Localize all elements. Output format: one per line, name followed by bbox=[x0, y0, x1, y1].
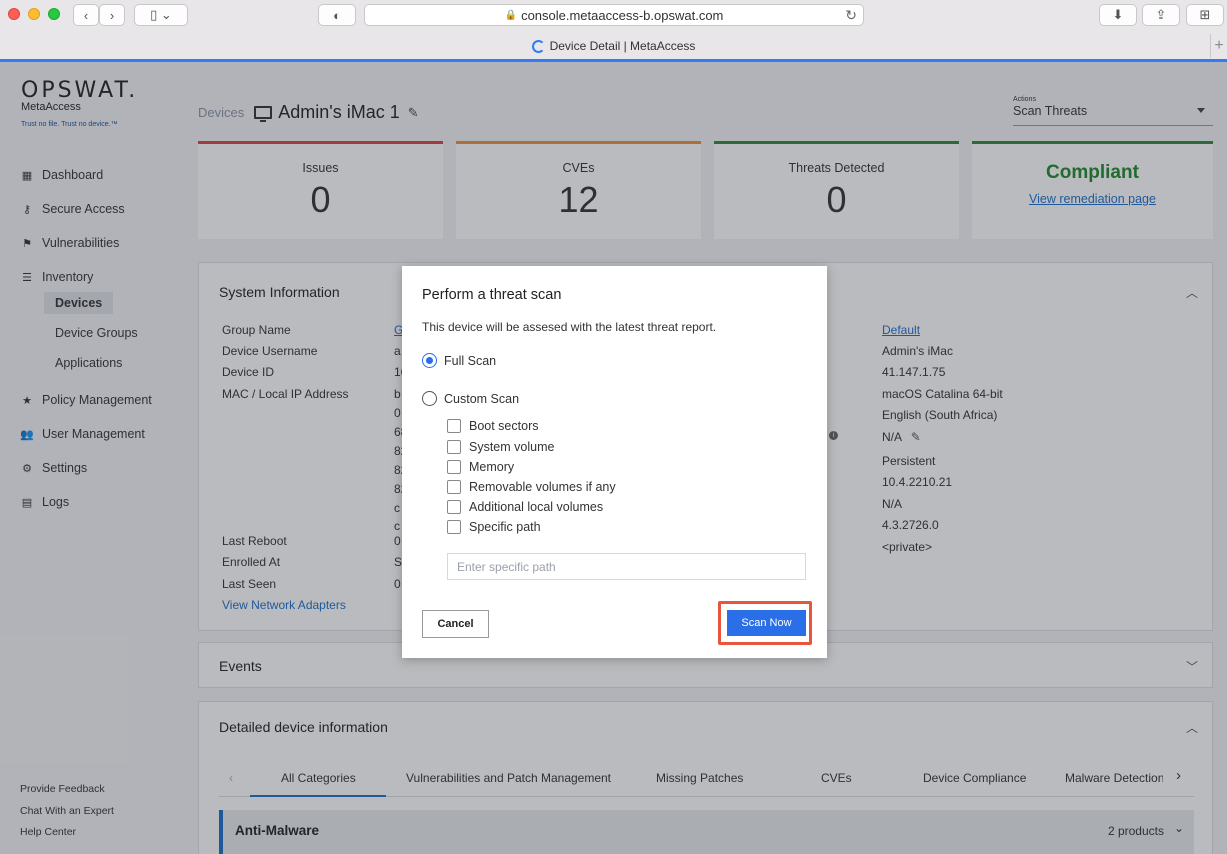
loading-spinner-icon bbox=[531, 39, 545, 53]
tab-title[interactable]: Device Detail | MetaAccess bbox=[550, 39, 696, 53]
downloads-button[interactable]: ⬇ bbox=[1099, 4, 1137, 26]
additional-local-volumes-checkbox[interactable] bbox=[447, 500, 461, 514]
boot-sectors-checkbox[interactable] bbox=[447, 419, 461, 433]
browser-toolbar: ‹ › ▯ ⌄ ◐ 🔒 console.metaaccess-b.opswat.… bbox=[0, 0, 1227, 32]
threat-scan-dialog: Perform a threat scan This device will b… bbox=[402, 266, 827, 658]
option-label: Custom Scan bbox=[444, 391, 520, 406]
system-volume-checkbox[interactable] bbox=[447, 440, 461, 454]
download-icon: ⬇ bbox=[1112, 7, 1124, 22]
url-text: console.metaaccess-b.opswat.com bbox=[521, 7, 724, 23]
checkbox-label: Specific path bbox=[469, 520, 541, 534]
option-label: Full Scan bbox=[444, 353, 497, 368]
checkbox-label: Additional local volumes bbox=[469, 500, 604, 514]
full-scan-radio[interactable] bbox=[422, 353, 437, 368]
specific-path-option[interactable]: Specific path bbox=[447, 520, 541, 534]
zoom-window-button[interactable] bbox=[48, 8, 60, 20]
chevron-right-icon: › bbox=[109, 7, 115, 23]
plus-icon: + bbox=[1214, 37, 1224, 54]
cancel-button[interactable]: Cancel bbox=[422, 610, 489, 638]
browser-chrome: ‹ › ▯ ⌄ ◐ 🔒 console.metaaccess-b.opswat.… bbox=[0, 0, 1227, 62]
shield-icon: ◐ bbox=[333, 7, 341, 23]
grid-icon: ⊞ bbox=[1199, 7, 1211, 22]
memory-checkbox[interactable] bbox=[447, 460, 461, 474]
checkbox-label: System volume bbox=[469, 440, 555, 454]
close-window-button[interactable] bbox=[8, 8, 20, 20]
forward-button[interactable]: › bbox=[99, 4, 125, 26]
checkbox-label: Boot sectors bbox=[469, 419, 539, 433]
new-tab-button[interactable]: + bbox=[1210, 34, 1227, 58]
minimize-window-button[interactable] bbox=[28, 8, 40, 20]
sidebar-toggle-button[interactable]: ▯ ⌄ bbox=[134, 4, 188, 26]
lock-icon: 🔒 bbox=[504, 9, 518, 21]
memory-option[interactable]: Memory bbox=[447, 460, 514, 474]
sidebar-icon: ▯ ⌄ bbox=[150, 7, 172, 22]
removable-volumes-option[interactable]: Removable volumes if any bbox=[447, 480, 616, 494]
dialog-description: This device will be assesed with the lat… bbox=[422, 320, 717, 334]
removable-volumes-checkbox[interactable] bbox=[447, 480, 461, 494]
dialog-title: Perform a threat scan bbox=[422, 287, 562, 303]
scan-now-button[interactable]: Scan Now bbox=[727, 610, 806, 636]
specific-path-checkbox[interactable] bbox=[447, 520, 461, 534]
checkbox-label: Removable volumes if any bbox=[469, 480, 616, 494]
address-bar[interactable]: 🔒 console.metaaccess-b.opswat.com ↻ bbox=[364, 4, 864, 26]
custom-scan-option[interactable]: Custom Scan bbox=[422, 391, 519, 406]
specific-path-input[interactable] bbox=[447, 553, 806, 580]
privacy-report-button[interactable]: ◐ bbox=[318, 4, 356, 26]
system-volume-option[interactable]: System volume bbox=[447, 440, 554, 454]
scan-now-highlight: Scan Now bbox=[718, 601, 812, 645]
additional-local-volumes-option[interactable]: Additional local volumes bbox=[447, 500, 603, 514]
chevron-left-icon: ‹ bbox=[83, 7, 89, 23]
checkbox-label: Memory bbox=[469, 460, 515, 474]
back-button[interactable]: ‹ bbox=[73, 4, 99, 26]
custom-scan-radio[interactable] bbox=[422, 391, 437, 406]
boot-sectors-option[interactable]: Boot sectors bbox=[447, 419, 538, 433]
reload-icon[interactable]: ↻ bbox=[845, 7, 857, 24]
tab-overview-button[interactable]: ⊞ bbox=[1186, 4, 1224, 26]
full-scan-option[interactable]: Full Scan bbox=[422, 353, 496, 368]
tab-bar: Device Detail | MetaAccess + bbox=[0, 34, 1227, 58]
share-button[interactable]: ⇪ bbox=[1142, 4, 1180, 26]
share-icon: ⇪ bbox=[1155, 7, 1167, 22]
